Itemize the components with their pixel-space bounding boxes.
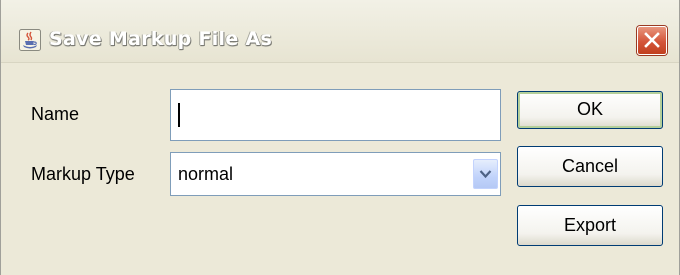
name-input[interactable] — [170, 89, 501, 141]
ok-button[interactable]: OK — [517, 91, 663, 129]
name-label: Name — [31, 104, 80, 124]
close-icon — [644, 32, 660, 48]
java-cup-icon — [19, 29, 41, 51]
title-bar[interactable]: Save Markup File As — [1, 0, 679, 62]
text-caret — [178, 103, 180, 127]
save-markup-dialog: Save Markup File As Name Markup Type nor… — [0, 0, 680, 275]
markup-type-select[interactable]: normal — [170, 152, 501, 196]
title-bar-divider — [1, 62, 679, 63]
export-button[interactable]: Export — [517, 205, 663, 246]
markup-type-dropdown-button[interactable] — [473, 159, 498, 189]
close-button[interactable] — [637, 26, 667, 55]
markup-type-value: normal — [178, 164, 234, 184]
cancel-button[interactable]: Cancel — [517, 146, 663, 187]
chevron-down-icon — [479, 170, 492, 179]
dialog-title: Save Markup File As — [49, 28, 273, 50]
markup-type-label: Markup Type — [31, 164, 135, 184]
